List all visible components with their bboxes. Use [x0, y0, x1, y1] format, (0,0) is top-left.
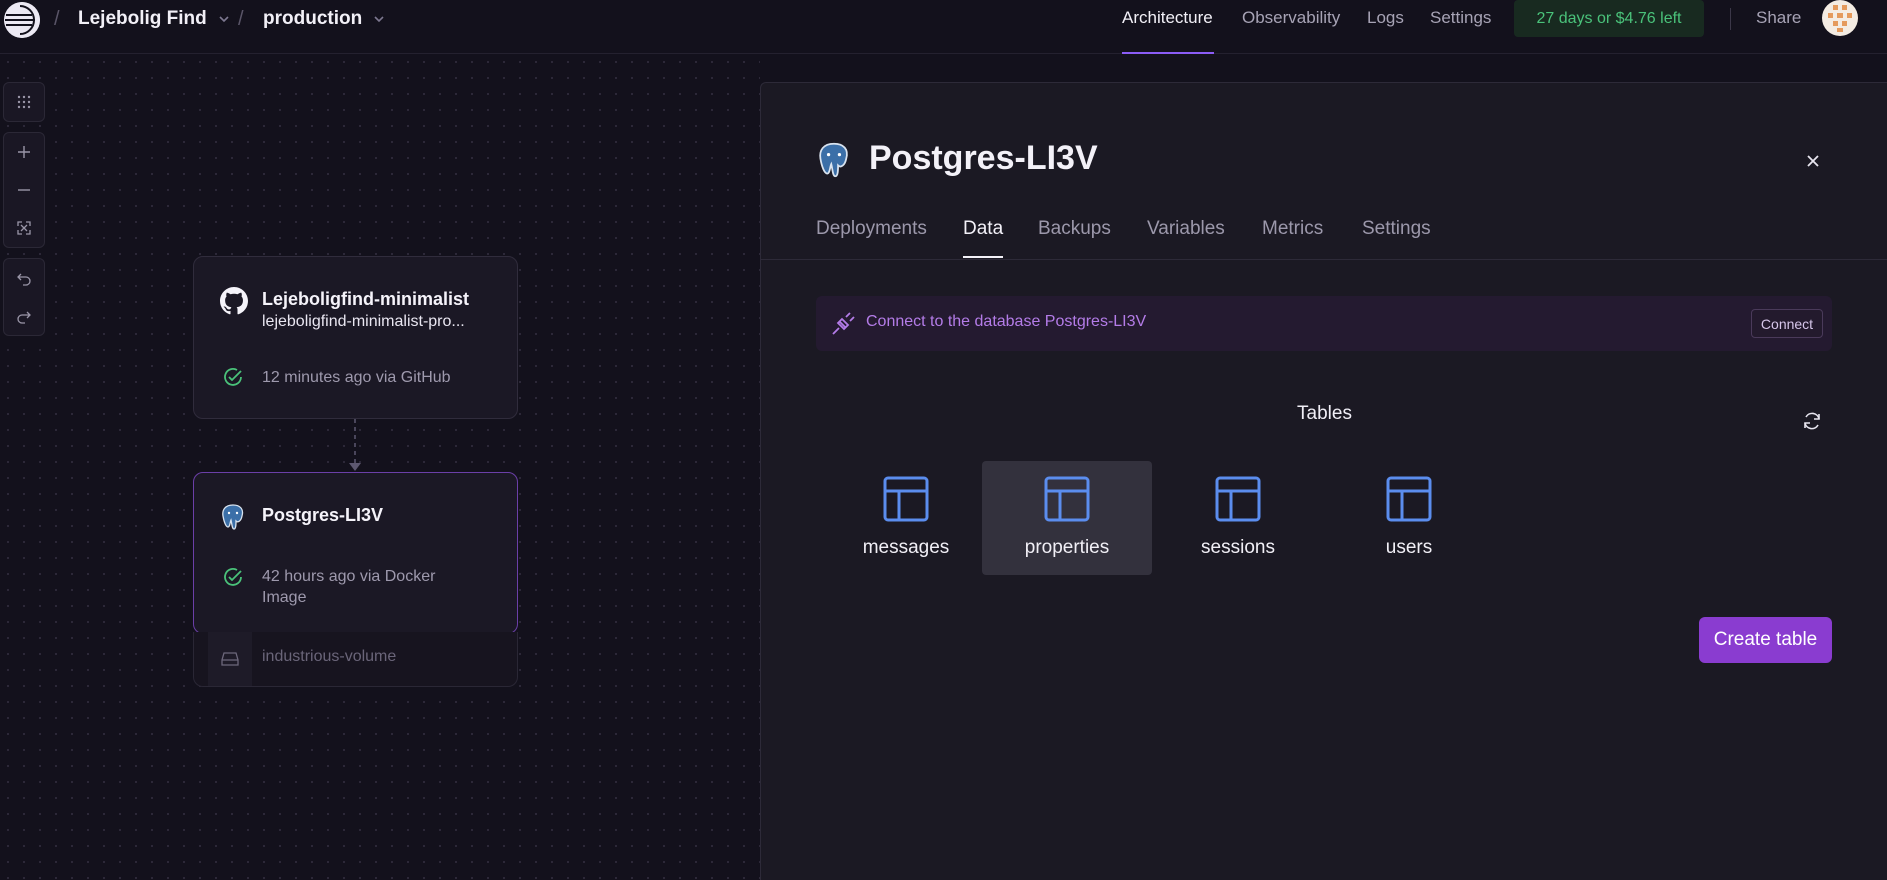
zoom-out-icon[interactable] — [4, 171, 44, 209]
fit-view-icon[interactable] — [4, 209, 44, 247]
table-name: sessions — [1201, 537, 1275, 558]
database-status: 42 hours ago via Docker Image — [262, 566, 435, 608]
deploy-success-icon — [224, 568, 242, 586]
zoom-in-icon[interactable] — [4, 133, 44, 171]
connector-arrow — [349, 419, 361, 471]
github-icon — [220, 287, 248, 315]
service-subtitle: lejeboligfind-minimalist-pro... — [262, 313, 465, 330]
table-name: users — [1385, 537, 1433, 558]
canvas-toolbar-grid — [3, 82, 45, 122]
tab-variables[interactable]: Variables — [1147, 218, 1225, 256]
share-button[interactable]: Share — [1756, 8, 1801, 28]
table-icon — [1386, 476, 1432, 522]
tab-deployments[interactable]: Deployments — [816, 218, 927, 256]
plug-icon — [832, 312, 855, 335]
canvas-toolbar-zoom — [3, 132, 45, 248]
database-status-line1: 42 hours ago via Docker — [262, 568, 436, 585]
create-table-button[interactable]: Create table — [1699, 617, 1832, 663]
table-icon — [1044, 476, 1090, 522]
project-name: Lejebolig Find — [78, 8, 207, 29]
trial-badge[interactable]: 27 days or $4.76 left — [1514, 0, 1704, 37]
tab-metrics[interactable]: Metrics — [1262, 218, 1323, 256]
deploy-success-icon — [224, 368, 242, 386]
tables-heading: Tables — [1297, 403, 1352, 424]
nav-logs[interactable]: Logs — [1367, 8, 1404, 28]
canvas-toolbar-history — [3, 258, 45, 336]
chevron-down-icon — [374, 16, 384, 23]
environment-name: production — [263, 8, 363, 29]
service-panel: Postgres-LI3V Deployments Data Backups V… — [760, 82, 1887, 880]
database-status-line2: Image — [262, 589, 307, 606]
nav-settings[interactable]: Settings — [1430, 8, 1491, 28]
panel-tabs: Deployments Data Backups Variables Metri… — [761, 218, 1887, 260]
table-card-properties[interactable]: properties — [982, 461, 1152, 575]
table-name: properties — [1024, 537, 1110, 558]
volume-bar[interactable]: industrious-volume — [193, 632, 518, 687]
avatar[interactable] — [1822, 0, 1858, 36]
service-status: 12 minutes ago via GitHub — [262, 369, 451, 386]
disk-icon — [221, 652, 239, 666]
architecture-canvas[interactable]: Lejeboligfind-minimalist lejeboligfind-m… — [0, 54, 760, 880]
active-nav-indicator — [1122, 52, 1214, 54]
table-card-messages[interactable]: messages — [821, 461, 991, 575]
volume-name: industrious-volume — [262, 648, 397, 665]
environment-selector[interactable]: production — [263, 8, 386, 30]
railway-logo-icon[interactable] — [4, 2, 40, 38]
connect-banner: Connect to the database Postgres-LI3V Co… — [816, 296, 1832, 351]
tab-backups[interactable]: Backups — [1038, 218, 1111, 256]
table-card-sessions[interactable]: sessions — [1153, 461, 1323, 575]
breadcrumb-separator: / — [54, 8, 60, 30]
database-node[interactable]: Postgres-LI3V 42 hours ago via Docker Im… — [193, 472, 518, 634]
tab-settings[interactable]: Settings — [1362, 218, 1431, 256]
panel-title: Postgres-LI3V — [869, 139, 1098, 177]
refresh-icon[interactable] — [1801, 410, 1823, 432]
postgres-icon — [819, 142, 848, 178]
table-icon — [1215, 476, 1261, 522]
table-icon — [883, 476, 929, 522]
project-selector[interactable]: Lejebolig Find — [78, 8, 231, 30]
nav-observability[interactable]: Observability — [1242, 8, 1340, 28]
grid-icon[interactable] — [4, 83, 44, 121]
table-name: messages — [862, 537, 950, 558]
undo-icon[interactable] — [4, 259, 44, 297]
connect-button[interactable]: Connect — [1751, 309, 1823, 338]
close-icon[interactable] — [1801, 149, 1825, 173]
top-bar: / Lejebolig Find / production Architectu… — [0, 0, 1887, 54]
chevron-down-icon — [219, 16, 229, 23]
divider — [1730, 8, 1731, 30]
tab-data[interactable]: Data — [963, 218, 1004, 258]
service-node[interactable]: Lejeboligfind-minimalist lejeboligfind-m… — [193, 256, 518, 419]
breadcrumb-separator: / — [238, 8, 244, 30]
postgres-icon — [222, 504, 244, 530]
volume-icon-cell — [208, 632, 252, 686]
table-card-users[interactable]: users — [1324, 461, 1494, 575]
redo-icon[interactable] — [4, 297, 44, 335]
connect-text: Connect to the database Postgres-LI3V — [866, 313, 1147, 330]
nav-architecture[interactable]: Architecture — [1122, 8, 1213, 28]
database-title: Postgres-LI3V — [262, 505, 384, 525]
service-title: Lejeboligfind-minimalist — [262, 289, 470, 309]
